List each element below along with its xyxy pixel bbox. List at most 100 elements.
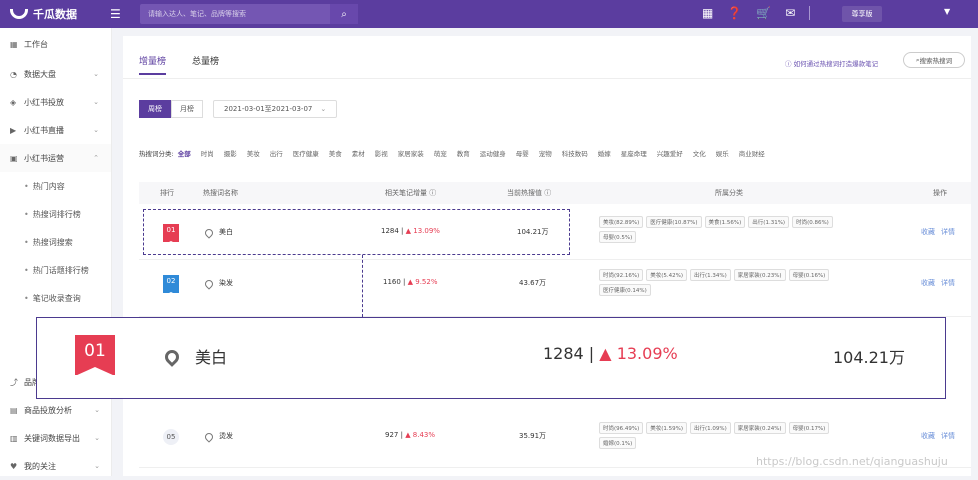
sidebar-sub-hot-content[interactable]: • 热门内容 bbox=[0, 172, 111, 200]
sidebar-sub-hot-words-search[interactable]: • 热搜词搜索 bbox=[0, 228, 111, 256]
category-item[interactable]: 文化 bbox=[693, 148, 706, 158]
category-item[interactable]: 萌宠 bbox=[434, 148, 447, 158]
hot-word[interactable]: 染发 bbox=[219, 278, 233, 288]
category-item[interactable]: 素材 bbox=[352, 148, 365, 158]
search-input[interactable] bbox=[140, 10, 330, 18]
category-item[interactable]: 教育 bbox=[457, 148, 470, 158]
header-count: 相关笔记增量 ⓘ bbox=[385, 189, 437, 197]
category-filter-label: 热搜词分类: bbox=[139, 150, 174, 158]
chevron-down-icon: ⌄ bbox=[320, 105, 327, 113]
category-chips: 时尚(92.16%) 美妆(5.42%) 出行(1.34%) 家居家装(0.23… bbox=[599, 269, 839, 296]
hot-word[interactable]: 烫发 bbox=[219, 431, 233, 441]
category-item[interactable]: 星座命理 bbox=[621, 148, 647, 158]
note-increment: 927 | ▲ 8.43% bbox=[385, 431, 435, 439]
sidebar-item-workbench[interactable]: ▦ 工作台 bbox=[0, 28, 111, 60]
sidebar-sub-hot-words-rank[interactable]: • 热搜词排行榜 bbox=[0, 200, 111, 228]
category-item[interactable]: 影视 bbox=[375, 148, 388, 158]
category-item[interactable]: 兴趣爱好 bbox=[657, 148, 683, 158]
sidebar-item-xhs-ops[interactable]: ▣ 小红书运营 ⌃ bbox=[0, 144, 111, 172]
dashboard-icon: ▦ bbox=[10, 39, 18, 49]
detail-link[interactable]: 详情 bbox=[941, 432, 955, 440]
row-actions: 收藏 详情 bbox=[921, 227, 961, 237]
sidebar-sub-hot-topics-rank[interactable]: • 热门话题排行榜 bbox=[0, 256, 111, 284]
caret-down-icon[interactable]: ▼ bbox=[944, 7, 950, 16]
zoom-growth-percent: ▲ 13.09% bbox=[599, 344, 678, 363]
category-item[interactable]: 婚嫁 bbox=[598, 148, 611, 158]
category-item[interactable]: 时尚 bbox=[201, 148, 214, 158]
detail-link[interactable]: 详情 bbox=[941, 228, 955, 236]
highlight-connector bbox=[362, 255, 363, 317]
category-chip: 家居家装(0.23%) bbox=[733, 269, 786, 281]
category-item[interactable]: 美妆 bbox=[247, 148, 260, 158]
sidebar-sub-label: 热门话题排行榜 bbox=[32, 265, 89, 275]
sidebar-item-xhs-live[interactable]: ▶ 小红书直播 ⌄ bbox=[0, 116, 111, 144]
category-all[interactable]: 全部 bbox=[178, 148, 191, 158]
category-item[interactable]: 娱乐 bbox=[716, 148, 729, 158]
sidebar-sub-note-index[interactable]: • 笔记收录查询 bbox=[0, 284, 111, 312]
mail-icon[interactable]: ✉ bbox=[785, 6, 795, 20]
search-hot-words-button[interactable]: ⌕ 搜索热搜词 bbox=[903, 52, 965, 68]
heat-value: 43.67万 bbox=[519, 279, 547, 287]
chart-icon: ◔ bbox=[10, 69, 17, 79]
category-chip: 母婴(0.16%) bbox=[788, 269, 830, 281]
menu-toggle-icon[interactable]: ☰ bbox=[110, 7, 130, 21]
category-chip: 美妆(5.42%) bbox=[646, 269, 688, 281]
top-icons: ▦ ❓ 🛒 ✉ bbox=[702, 6, 811, 20]
month-rank-button[interactable]: 月榜 bbox=[171, 100, 203, 118]
category-chip: 婚嫁(0.1%) bbox=[599, 437, 637, 449]
category-item[interactable]: 摄影 bbox=[224, 148, 237, 158]
tab-total[interactable]: 总量榜 bbox=[192, 54, 219, 75]
plan-badge[interactable]: 尊享版 bbox=[842, 6, 882, 22]
collect-link[interactable]: 收藏 bbox=[921, 279, 935, 287]
sidebar-item-label: 商品投放分析 bbox=[24, 405, 72, 415]
week-rank-button[interactable]: 周榜 bbox=[139, 100, 171, 118]
collect-link[interactable]: 收藏 bbox=[921, 432, 935, 440]
tab-increment[interactable]: 增量榜 bbox=[139, 54, 167, 75]
category-item[interactable]: 商业财经 bbox=[739, 148, 765, 158]
detail-link[interactable]: 详情 bbox=[941, 279, 955, 287]
category-chip: 医疗健康(0.14%) bbox=[599, 284, 651, 296]
sidebar-item-label: 关键词数据导出 bbox=[24, 433, 80, 443]
divider bbox=[809, 6, 811, 20]
category-item[interactable]: 美食 bbox=[329, 148, 342, 158]
table-row: 02 染发 1160 | ▲ 9.52% 43.67万 时尚(92.16%) 美… bbox=[139, 261, 971, 317]
apps-grid-icon[interactable]: ▦ bbox=[702, 6, 713, 20]
help-link[interactable]: ⓘ 如何通过热搜词打造爆款笔记 bbox=[785, 58, 878, 68]
sidebar-item-data-overview[interactable]: ◔ 数据大盘 ⌄ bbox=[0, 60, 111, 88]
count-value: 927 | bbox=[385, 431, 403, 439]
category-item[interactable]: 家居家装 bbox=[398, 148, 424, 158]
category-chip: 美妆(82.89%) bbox=[599, 216, 644, 228]
video-icon: ▶ bbox=[10, 125, 17, 135]
sidebar-item-xhs-ads[interactable]: ◈ 小红书投放 ⌄ bbox=[0, 88, 111, 116]
growth-percent: ▲ 9.52% bbox=[407, 278, 438, 286]
chevron-down-icon: ⌄ bbox=[93, 98, 99, 106]
sidebar-item-label: 数据大盘 bbox=[24, 69, 56, 79]
chevron-down-icon: ⌄ bbox=[94, 434, 100, 442]
header-category: 所属分类 bbox=[715, 189, 743, 197]
watermark: https://blog.csdn.net/qianguashuju bbox=[756, 455, 948, 468]
date-range-select[interactable]: 2021-03-01至2021-03-07 ⌄ bbox=[213, 100, 338, 118]
rank-tabs: 增量榜 总量榜 bbox=[139, 54, 219, 75]
sidebar-item-label: 我的关注 bbox=[24, 461, 56, 471]
category-item[interactable]: 运动健身 bbox=[480, 148, 506, 158]
sidebar-item-label: 小红书投放 bbox=[24, 97, 64, 107]
search-icon[interactable]: ⌕ bbox=[330, 4, 358, 24]
zoom-growth-value: 13.09% bbox=[616, 344, 678, 363]
category-item[interactable]: 医疗健康 bbox=[293, 148, 319, 158]
collect-link[interactable]: 收藏 bbox=[921, 228, 935, 236]
main-content: 增量榜 总量榜 ⓘ 如何通过热搜词打造爆款笔记 ⌕ 搜索热搜词 周榜 月榜 20… bbox=[123, 36, 971, 476]
category-item[interactable]: 出行 bbox=[270, 148, 283, 158]
table-header: 排行 热搜词名称 相关笔记增量 ⓘ 当前热搜值 ⓘ 所属分类 操作 bbox=[139, 182, 971, 204]
global-search: ⌕ bbox=[140, 4, 358, 24]
sidebar-item-product-ads[interactable]: ▤ 商品投放分析 ⌄ bbox=[0, 396, 112, 424]
help-icon[interactable]: ❓ bbox=[727, 6, 742, 20]
sidebar-sub-label: 热搜词排行榜 bbox=[32, 209, 81, 219]
header-word: 热搜词名称 bbox=[203, 189, 238, 197]
brand-logo[interactable]: 千瓜数据 bbox=[0, 6, 120, 22]
cart-icon[interactable]: 🛒 bbox=[756, 6, 771, 20]
sidebar-item-keyword-export[interactable]: ▥ 关键词数据导出 ⌄ bbox=[0, 424, 112, 452]
category-item[interactable]: 宠物 bbox=[539, 148, 552, 158]
category-item[interactable]: 母婴 bbox=[516, 148, 529, 158]
header-ops: 操作 bbox=[933, 189, 947, 197]
category-item[interactable]: 科技数码 bbox=[562, 148, 588, 158]
